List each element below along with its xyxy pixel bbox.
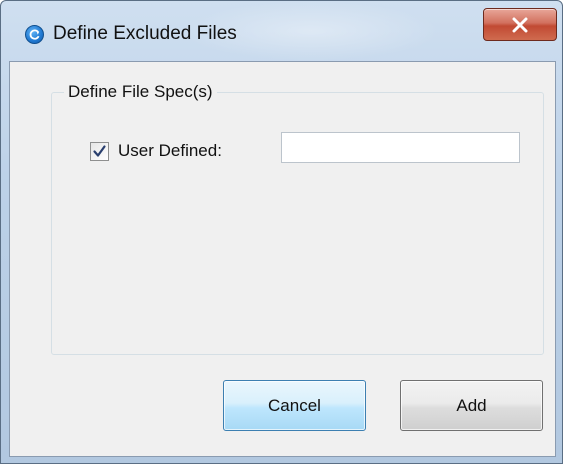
user-defined-input[interactable]: [281, 132, 520, 163]
user-defined-checkbox[interactable]: [90, 142, 109, 161]
close-icon: [512, 17, 528, 33]
checkmark-icon: [93, 145, 106, 157]
app-refresh-icon: [25, 25, 44, 44]
user-defined-label[interactable]: User Defined:: [118, 140, 222, 162]
window-title: Define Excluded Files: [53, 23, 237, 44]
groupbox-legend: Define File Spec(s): [64, 82, 217, 102]
cancel-button[interactable]: Cancel: [223, 380, 366, 431]
dialog-window: Define Excluded Files Define File Spec(s…: [0, 0, 563, 464]
close-button[interactable]: [483, 8, 557, 41]
add-button[interactable]: Add: [400, 380, 543, 431]
file-spec-groupbox: Define File Spec(s) User Defined:: [51, 82, 544, 355]
title-bar[interactable]: Define Excluded Files: [1, 1, 562, 61]
dialog-client-area: Define File Spec(s) User Defined: Cancel…: [9, 61, 556, 457]
